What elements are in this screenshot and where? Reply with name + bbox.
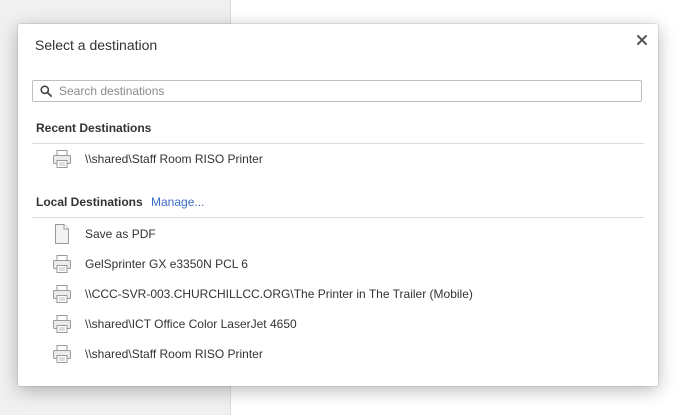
search-box (32, 80, 642, 102)
local-destinations-header: Local Destinations (36, 195, 143, 209)
close-icon (637, 35, 647, 45)
manage-link[interactable]: Manage... (151, 195, 204, 209)
dialog-title: Select a destination (35, 37, 158, 53)
local-divider (32, 217, 644, 218)
search-icon (40, 85, 52, 97)
destination-item-save-as-pdf[interactable]: Save as PDF (32, 220, 644, 248)
recent-destinations-header: Recent Destinations (36, 121, 152, 135)
printer-icon (53, 150, 71, 168)
destination-label: \\shared\Staff Room RISO Printer (85, 347, 263, 361)
destination-label: \\shared\ICT Office Color LaserJet 4650 (85, 317, 297, 331)
select-destination-dialog: Select a destination Recent Destinations… (18, 24, 658, 386)
destination-item-staff-room-riso[interactable]: \\shared\Staff Room RISO Printer (32, 340, 644, 368)
destination-item-trailer-printer[interactable]: \\CCC-SVR-003.CHURCHILLCC.ORG\The Printe… (32, 280, 644, 308)
destination-label: GelSprinter GX e3350N PCL 6 (85, 257, 248, 271)
search-destinations-input[interactable] (59, 81, 629, 101)
recent-divider (32, 143, 644, 144)
destination-item-ict-laserjet[interactable]: \\shared\ICT Office Color LaserJet 4650 (32, 310, 644, 338)
recent-destination-item[interactable]: \\shared\Staff Room RISO Printer (32, 145, 644, 173)
close-button[interactable] (635, 33, 649, 47)
printer-icon (53, 255, 71, 273)
printer-icon (53, 285, 71, 303)
destination-label: \\CCC-SVR-003.CHURCHILLCC.ORG\The Printe… (85, 287, 473, 301)
pdf-document-icon (55, 224, 69, 244)
printer-icon (53, 315, 71, 333)
destination-item-gelsprinter[interactable]: GelSprinter GX e3350N PCL 6 (32, 250, 644, 278)
destination-label: Save as PDF (85, 227, 156, 241)
printer-icon (53, 345, 71, 363)
destination-label: \\shared\Staff Room RISO Printer (85, 152, 263, 166)
